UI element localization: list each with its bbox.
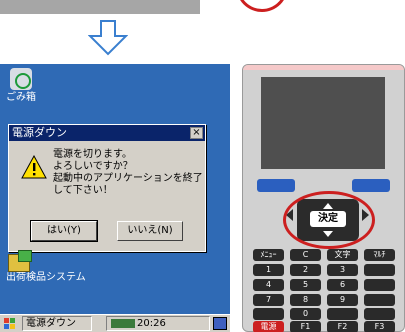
keypad-key[interactable]: 電源 <box>253 321 284 332</box>
keypad-key[interactable]: 5 <box>290 279 321 291</box>
keypad-key[interactable] <box>253 308 284 320</box>
keypad-key[interactable] <box>364 279 395 291</box>
desktop-icon-label: ごみ箱 <box>6 92 36 103</box>
keypad-key[interactable]: 4 <box>253 279 284 291</box>
device-screen <box>261 77 385 169</box>
yes-button[interactable]: はい(Y) <box>30 220 98 242</box>
keypad-key[interactable]: 3 <box>327 264 358 276</box>
no-button[interactable]: いいえ(N) <box>117 221 183 241</box>
top-red-ring-fragment <box>236 0 288 12</box>
keypad-key[interactable]: 2 <box>290 264 321 276</box>
left-soft-key[interactable] <box>257 179 295 192</box>
keypad-key[interactable]: 1 <box>253 264 284 276</box>
recycle-bin-icon <box>10 68 32 90</box>
stage: ごみ箱 電源ダウン × 電源を切ります。 よろしいですか？ 起動中のアプリケーシ… <box>0 0 405 332</box>
power-down-dialog: 電源ダウン × 電源を切ります。 よろしいですか？ 起動中のアプリケーションを終… <box>8 124 206 252</box>
top-gray-bar <box>0 0 200 14</box>
keypad-key[interactable]: 8 <box>290 294 321 306</box>
keypad-key[interactable]: 文字 <box>327 249 358 261</box>
clock: 20:26 <box>137 318 166 329</box>
keypad-key[interactable]: 0 <box>290 308 321 320</box>
dialog-title: 電源ダウン <box>12 126 67 139</box>
taskbar: 電源ダウン 20:26 <box>0 314 230 332</box>
desktop-icon-shipping-app[interactable]: 出荷検品システム <box>6 250 96 284</box>
shipping-app-icon <box>8 250 32 272</box>
device-top-strip <box>243 65 404 70</box>
show-desktop-icon[interactable] <box>213 317 227 330</box>
dialog-message: 電源を切ります。 よろしいですか？ 起動中のアプリケーションを終了 して下さい！ <box>53 149 203 196</box>
enter-key-highlight-ring <box>283 191 375 249</box>
keypad-key[interactable] <box>364 264 395 276</box>
tray-status-icon[interactable] <box>111 319 135 328</box>
keypad-key[interactable]: ﾏﾙﾁ <box>364 249 395 261</box>
keypad-key[interactable]: F2 <box>327 321 358 332</box>
keypad-key[interactable] <box>364 308 395 320</box>
keypad-key[interactable] <box>364 294 395 306</box>
keypad-key[interactable]: 9 <box>327 294 358 306</box>
keypad-key[interactable]: C <box>290 249 321 261</box>
start-flag-icon[interactable] <box>3 317 17 330</box>
desktop-icon-recycle-bin[interactable]: ごみ箱 <box>6 68 70 104</box>
pda-desktop: ごみ箱 電源ダウン × 電源を切ります。 よろしいですか？ 起動中のアプリケーシ… <box>0 64 230 332</box>
keypad-key[interactable]: ﾒﾆｭｰ <box>253 249 284 261</box>
keypad-key[interactable]: F1 <box>290 321 321 332</box>
warning-icon <box>21 155 47 179</box>
taskbar-item-power-down[interactable]: 電源ダウン <box>22 316 92 331</box>
down-arrow-icon <box>88 20 128 56</box>
keypad-key[interactable]: 7 <box>253 294 284 306</box>
desktop-icon-label: 出荷検品システム <box>6 272 86 283</box>
keypad-key[interactable] <box>327 308 358 320</box>
handheld-device: 決定 ﾒﾆｭｰ C 文字 ﾏﾙﾁ 1 2 3 4 5 6 7 8 9 0 電源 F1 F2 F3 <box>242 64 405 332</box>
system-tray: 20:26 <box>106 316 210 331</box>
right-soft-key[interactable] <box>352 179 390 192</box>
dialog-title-bar: 電源ダウン × <box>9 125 205 141</box>
keypad-key[interactable]: 6 <box>327 279 358 291</box>
close-icon[interactable]: × <box>190 127 203 139</box>
keypad-key[interactable]: F3 <box>364 321 395 332</box>
